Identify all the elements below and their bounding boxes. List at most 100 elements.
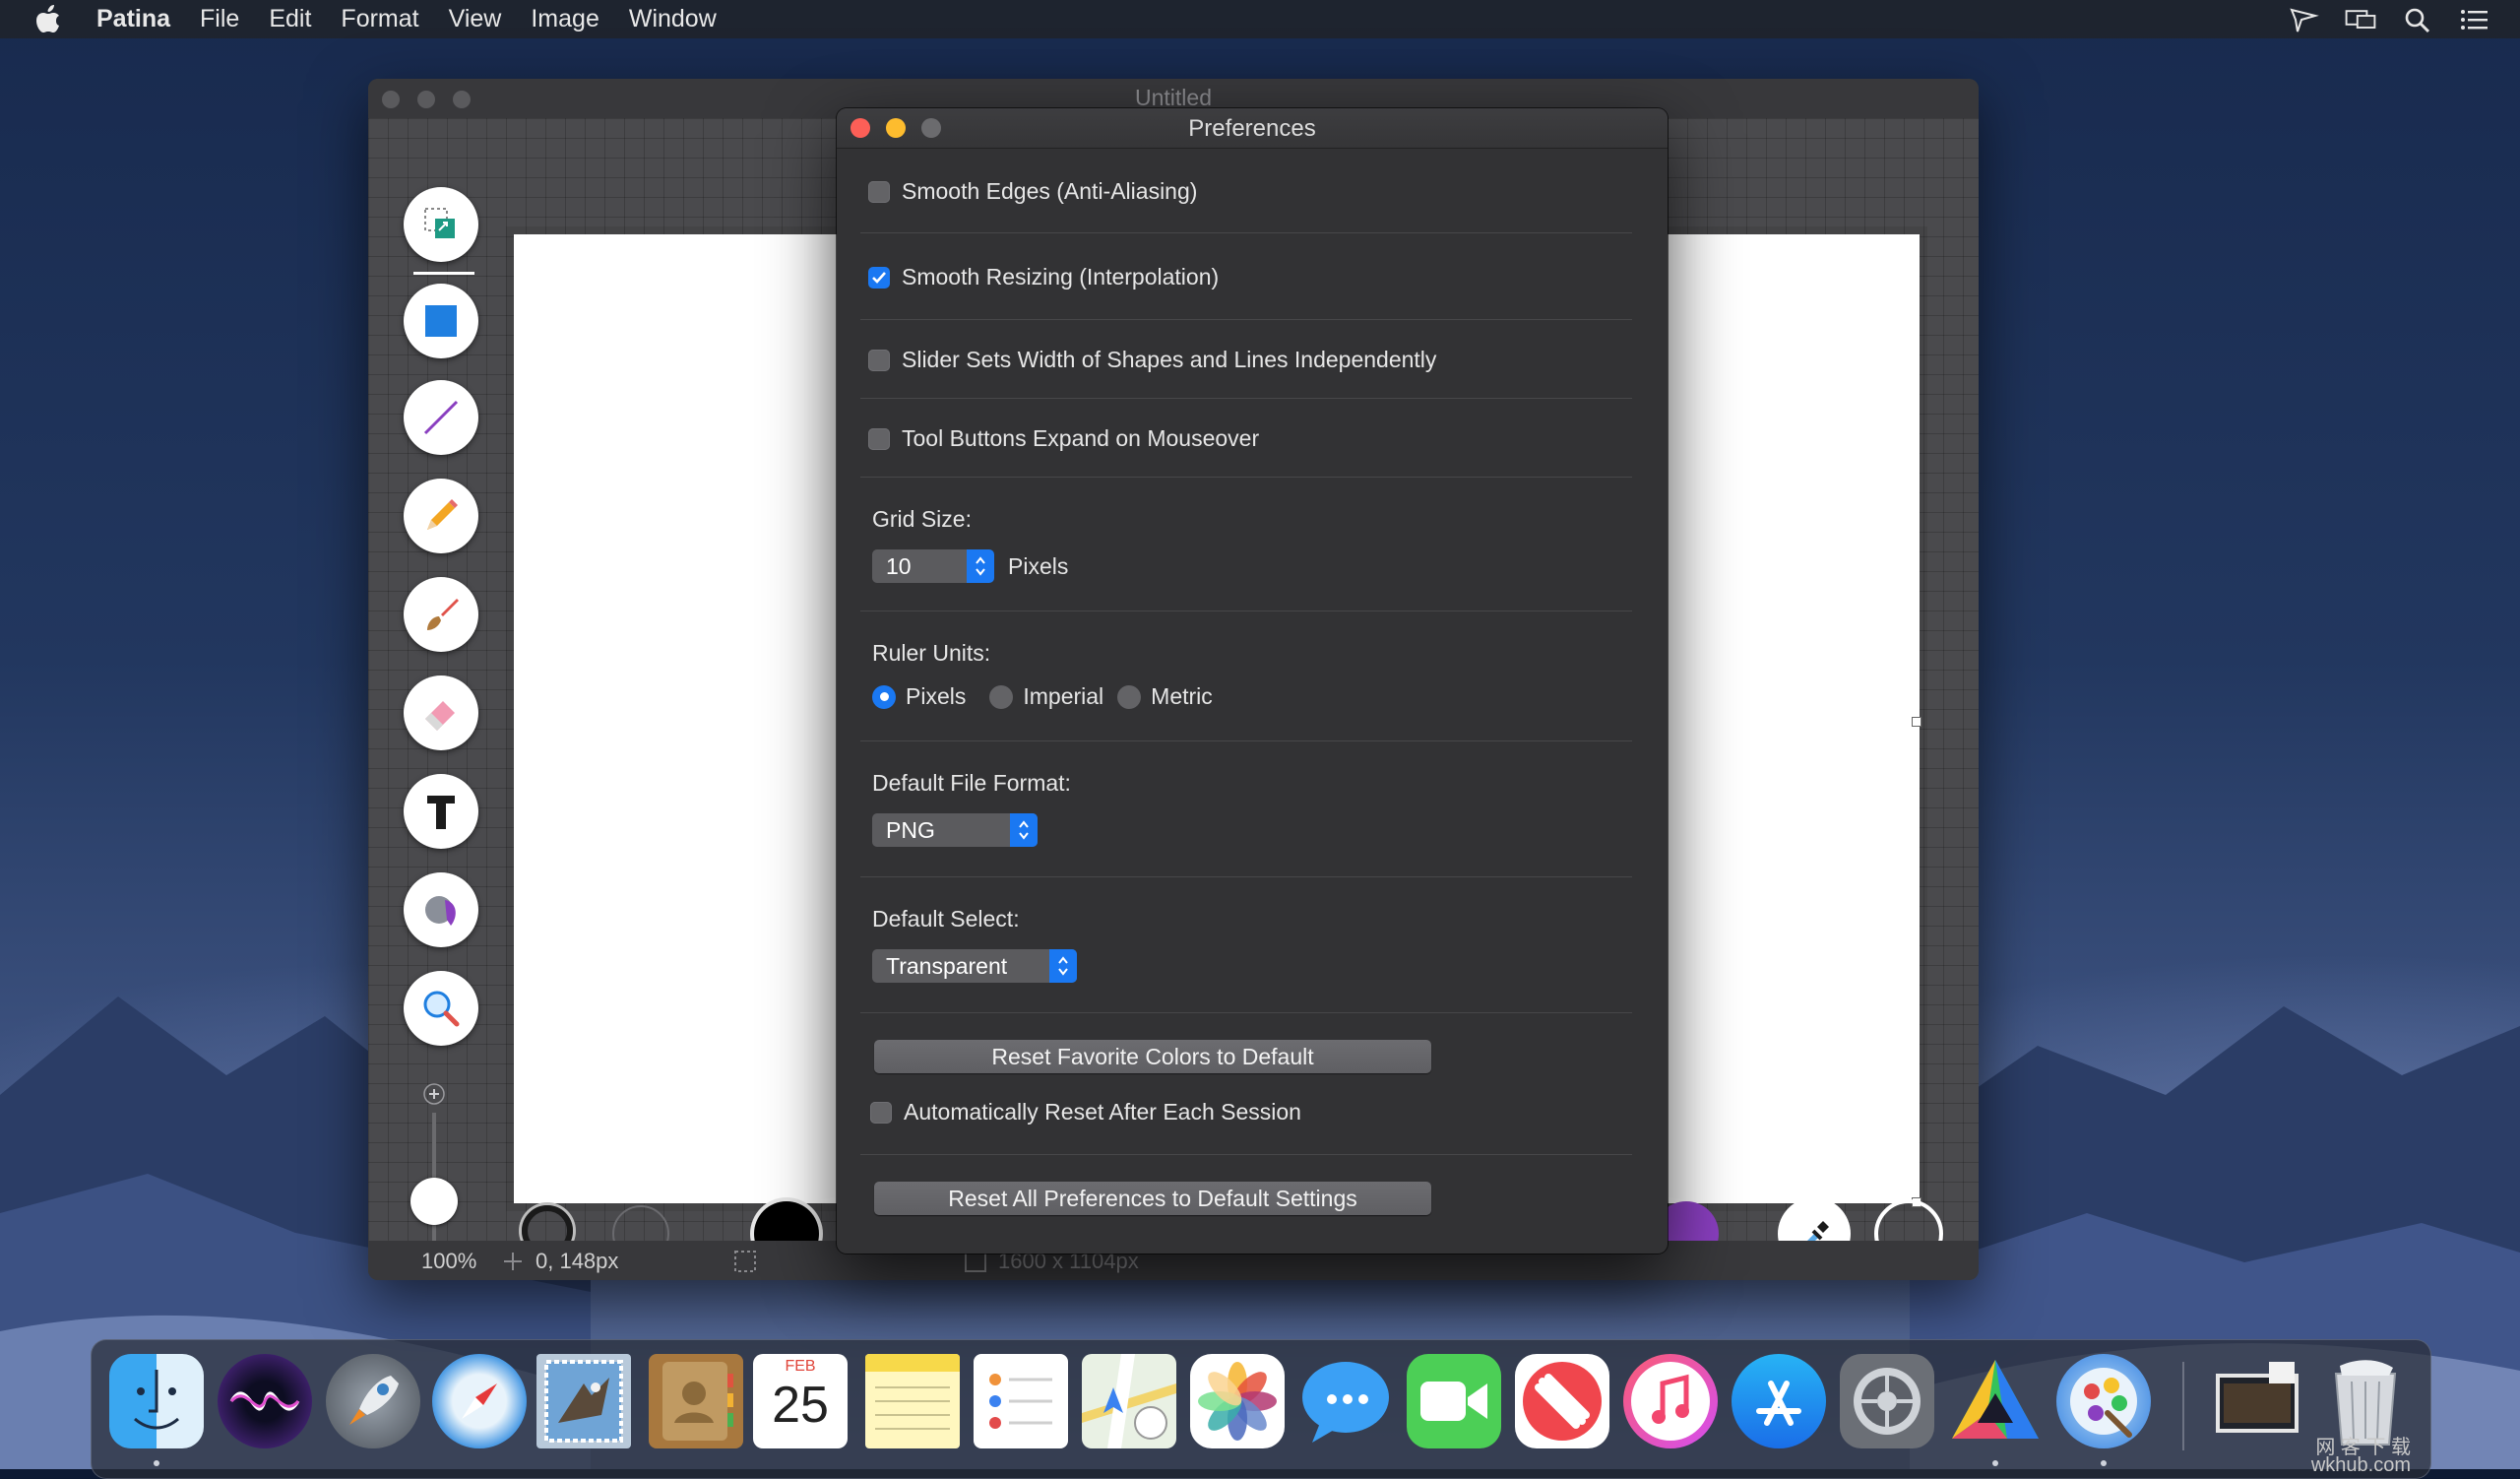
zoom-level: 100% xyxy=(421,1249,477,1273)
grid-size-stepper[interactable] xyxy=(967,549,994,583)
finder-icon[interactable] xyxy=(109,1354,204,1448)
crosshair-icon xyxy=(504,1253,522,1270)
system-preferences-icon[interactable] xyxy=(1840,1354,1934,1448)
photos-icon[interactable] xyxy=(1190,1354,1285,1448)
ruler-imperial-label: Imperial xyxy=(1023,683,1104,709)
line-icon xyxy=(423,400,459,435)
reminders-icon[interactable] xyxy=(974,1354,1068,1448)
ruler-pixels-radio[interactable] xyxy=(872,684,896,709)
magnifier-icon xyxy=(423,991,460,1027)
divider xyxy=(860,740,1632,741)
notes-icon[interactable] xyxy=(865,1354,960,1448)
maps-icon[interactable] xyxy=(1082,1354,1176,1448)
auto-reset-row[interactable]: Automatically Reset After Each Session xyxy=(870,1099,1301,1125)
ruler-units-label: Ruler Units: xyxy=(872,640,991,666)
spotlight-search-icon[interactable] xyxy=(2402,6,2433,33)
smooth-edges-label: Smooth Edges (Anti-Aliasing) xyxy=(902,178,1198,204)
app-store-icon[interactable] xyxy=(1732,1354,1826,1448)
smooth-resizing-label: Smooth Resizing (Interpolation) xyxy=(902,264,1220,289)
rectangle-icon xyxy=(425,305,457,337)
popup-arrows-icon xyxy=(1049,949,1077,983)
news-icon[interactable] xyxy=(1515,1354,1609,1448)
screen-mirroring-icon[interactable] xyxy=(2345,6,2376,33)
trash-icon[interactable] xyxy=(2318,1354,2413,1448)
mail-stamp-icon[interactable] xyxy=(536,1354,631,1448)
ruler-metric-radio[interactable] xyxy=(1117,684,1142,709)
ruler-imperial-radio[interactable] xyxy=(989,684,1014,709)
smooth-resizing-checkbox[interactable] xyxy=(868,266,890,289)
slider-width-row[interactable]: Slider Sets Width of Shapes and Lines In… xyxy=(868,347,1436,373)
default-select-popup[interactable]: Transparent xyxy=(872,949,1077,983)
grid-size-row: 10 Pixels xyxy=(872,549,1068,583)
menu-format[interactable]: Format xyxy=(341,5,418,33)
contacts-icon[interactable] xyxy=(649,1354,743,1448)
apple-menu-icon[interactable] xyxy=(35,4,61,34)
menu-image[interactable]: Image xyxy=(531,5,598,33)
fill-tool-button[interactable] xyxy=(404,872,478,947)
watermark-line-2: wkhub.com xyxy=(2310,1454,2411,1476)
smooth-resizing-row[interactable]: Smooth Resizing (Interpolation) xyxy=(868,264,1219,290)
zoom-tool-button[interactable] xyxy=(404,971,478,1046)
divider xyxy=(860,398,1632,399)
paintbrush-icon xyxy=(427,599,459,630)
default-select-label: Default Select: xyxy=(872,906,1020,932)
menu-view[interactable]: View xyxy=(449,5,502,33)
ruler-metric-label: Metric xyxy=(1151,683,1213,709)
selection-icon xyxy=(424,208,455,238)
file-format-popup[interactable]: PNG xyxy=(872,813,1038,847)
itunes-icon[interactable] xyxy=(1623,1354,1718,1448)
safari-icon[interactable] xyxy=(432,1354,527,1448)
notification-center-icon[interactable] xyxy=(2459,6,2490,33)
downloads-stack-icon[interactable] xyxy=(2210,1354,2304,1448)
reset-all-preferences-button[interactable]: Reset All Preferences to Default Setting… xyxy=(874,1182,1431,1215)
select-tool-button[interactable] xyxy=(404,187,494,262)
menu-window[interactable]: Window xyxy=(629,5,717,33)
smooth-edges-row[interactable]: Smooth Edges (Anti-Aliasing) xyxy=(868,178,1197,205)
slider-width-checkbox[interactable] xyxy=(868,349,890,371)
auto-reset-label: Automatically Reset After Each Session xyxy=(904,1099,1301,1125)
eraser-tool-button[interactable] xyxy=(404,675,478,750)
default-select-value: Transparent xyxy=(886,953,1008,979)
menu-app-name[interactable]: Patina xyxy=(96,5,170,33)
messages-icon[interactable] xyxy=(1298,1354,1393,1448)
plus-icon[interactable] xyxy=(423,1083,445,1105)
running-indicator xyxy=(154,1460,159,1466)
divider xyxy=(860,319,1632,320)
divider xyxy=(860,1154,1632,1155)
siri-icon[interactable] xyxy=(218,1354,312,1448)
line-tool-button[interactable] xyxy=(404,380,494,455)
eraser-icon xyxy=(425,701,455,731)
tool-expand-row[interactable]: Tool Buttons Expand on Mouseover xyxy=(868,425,1259,452)
facetime-icon[interactable] xyxy=(1407,1354,1501,1448)
selection-size-icon xyxy=(734,1251,756,1272)
smooth-edges-checkbox[interactable] xyxy=(868,180,890,203)
brush-tool-button[interactable] xyxy=(404,577,478,652)
divider xyxy=(860,477,1632,478)
tool-expand-checkbox[interactable] xyxy=(868,427,890,450)
menu-edit[interactable]: Edit xyxy=(269,5,311,33)
calendar-icon[interactable]: FEB 25 xyxy=(753,1354,848,1448)
wallpaper-mountains-right xyxy=(1910,1006,2520,1469)
active-tool-indicator xyxy=(413,272,474,275)
calendar-month: FEB xyxy=(785,1358,816,1375)
airplay-bird-icon[interactable] xyxy=(2288,6,2319,33)
slider-width-label: Slider Sets Width of Shapes and Lines In… xyxy=(902,347,1437,372)
ruler-pixels-label: Pixels xyxy=(906,683,967,709)
running-indicator xyxy=(2101,1460,2107,1466)
tool-expand-label: Tool Buttons Expand on Mouseover xyxy=(902,425,1260,451)
divider xyxy=(860,1012,1632,1013)
auto-reset-checkbox[interactable] xyxy=(870,1101,892,1124)
resize-handle-right[interactable] xyxy=(1912,717,1922,727)
menu-file[interactable]: File xyxy=(200,5,239,33)
slider-knob[interactable] xyxy=(410,1178,458,1225)
text-tool-button[interactable] xyxy=(404,774,478,849)
pencil-tool-button[interactable] xyxy=(404,479,478,553)
reset-favorite-colors-button[interactable]: Reset Favorite Colors to Default xyxy=(874,1040,1431,1073)
shape-tool-button[interactable] xyxy=(404,284,494,358)
grid-size-field[interactable]: 10 xyxy=(872,549,967,583)
dock: FEB 25 网 客 下 载 wkhub.com xyxy=(91,1339,2431,1479)
paint-bucket-icon xyxy=(425,896,456,926)
affinity-triangle-icon[interactable] xyxy=(1948,1354,2043,1448)
patina-app-icon[interactable] xyxy=(2056,1354,2151,1448)
launchpad-icon[interactable] xyxy=(326,1354,420,1448)
